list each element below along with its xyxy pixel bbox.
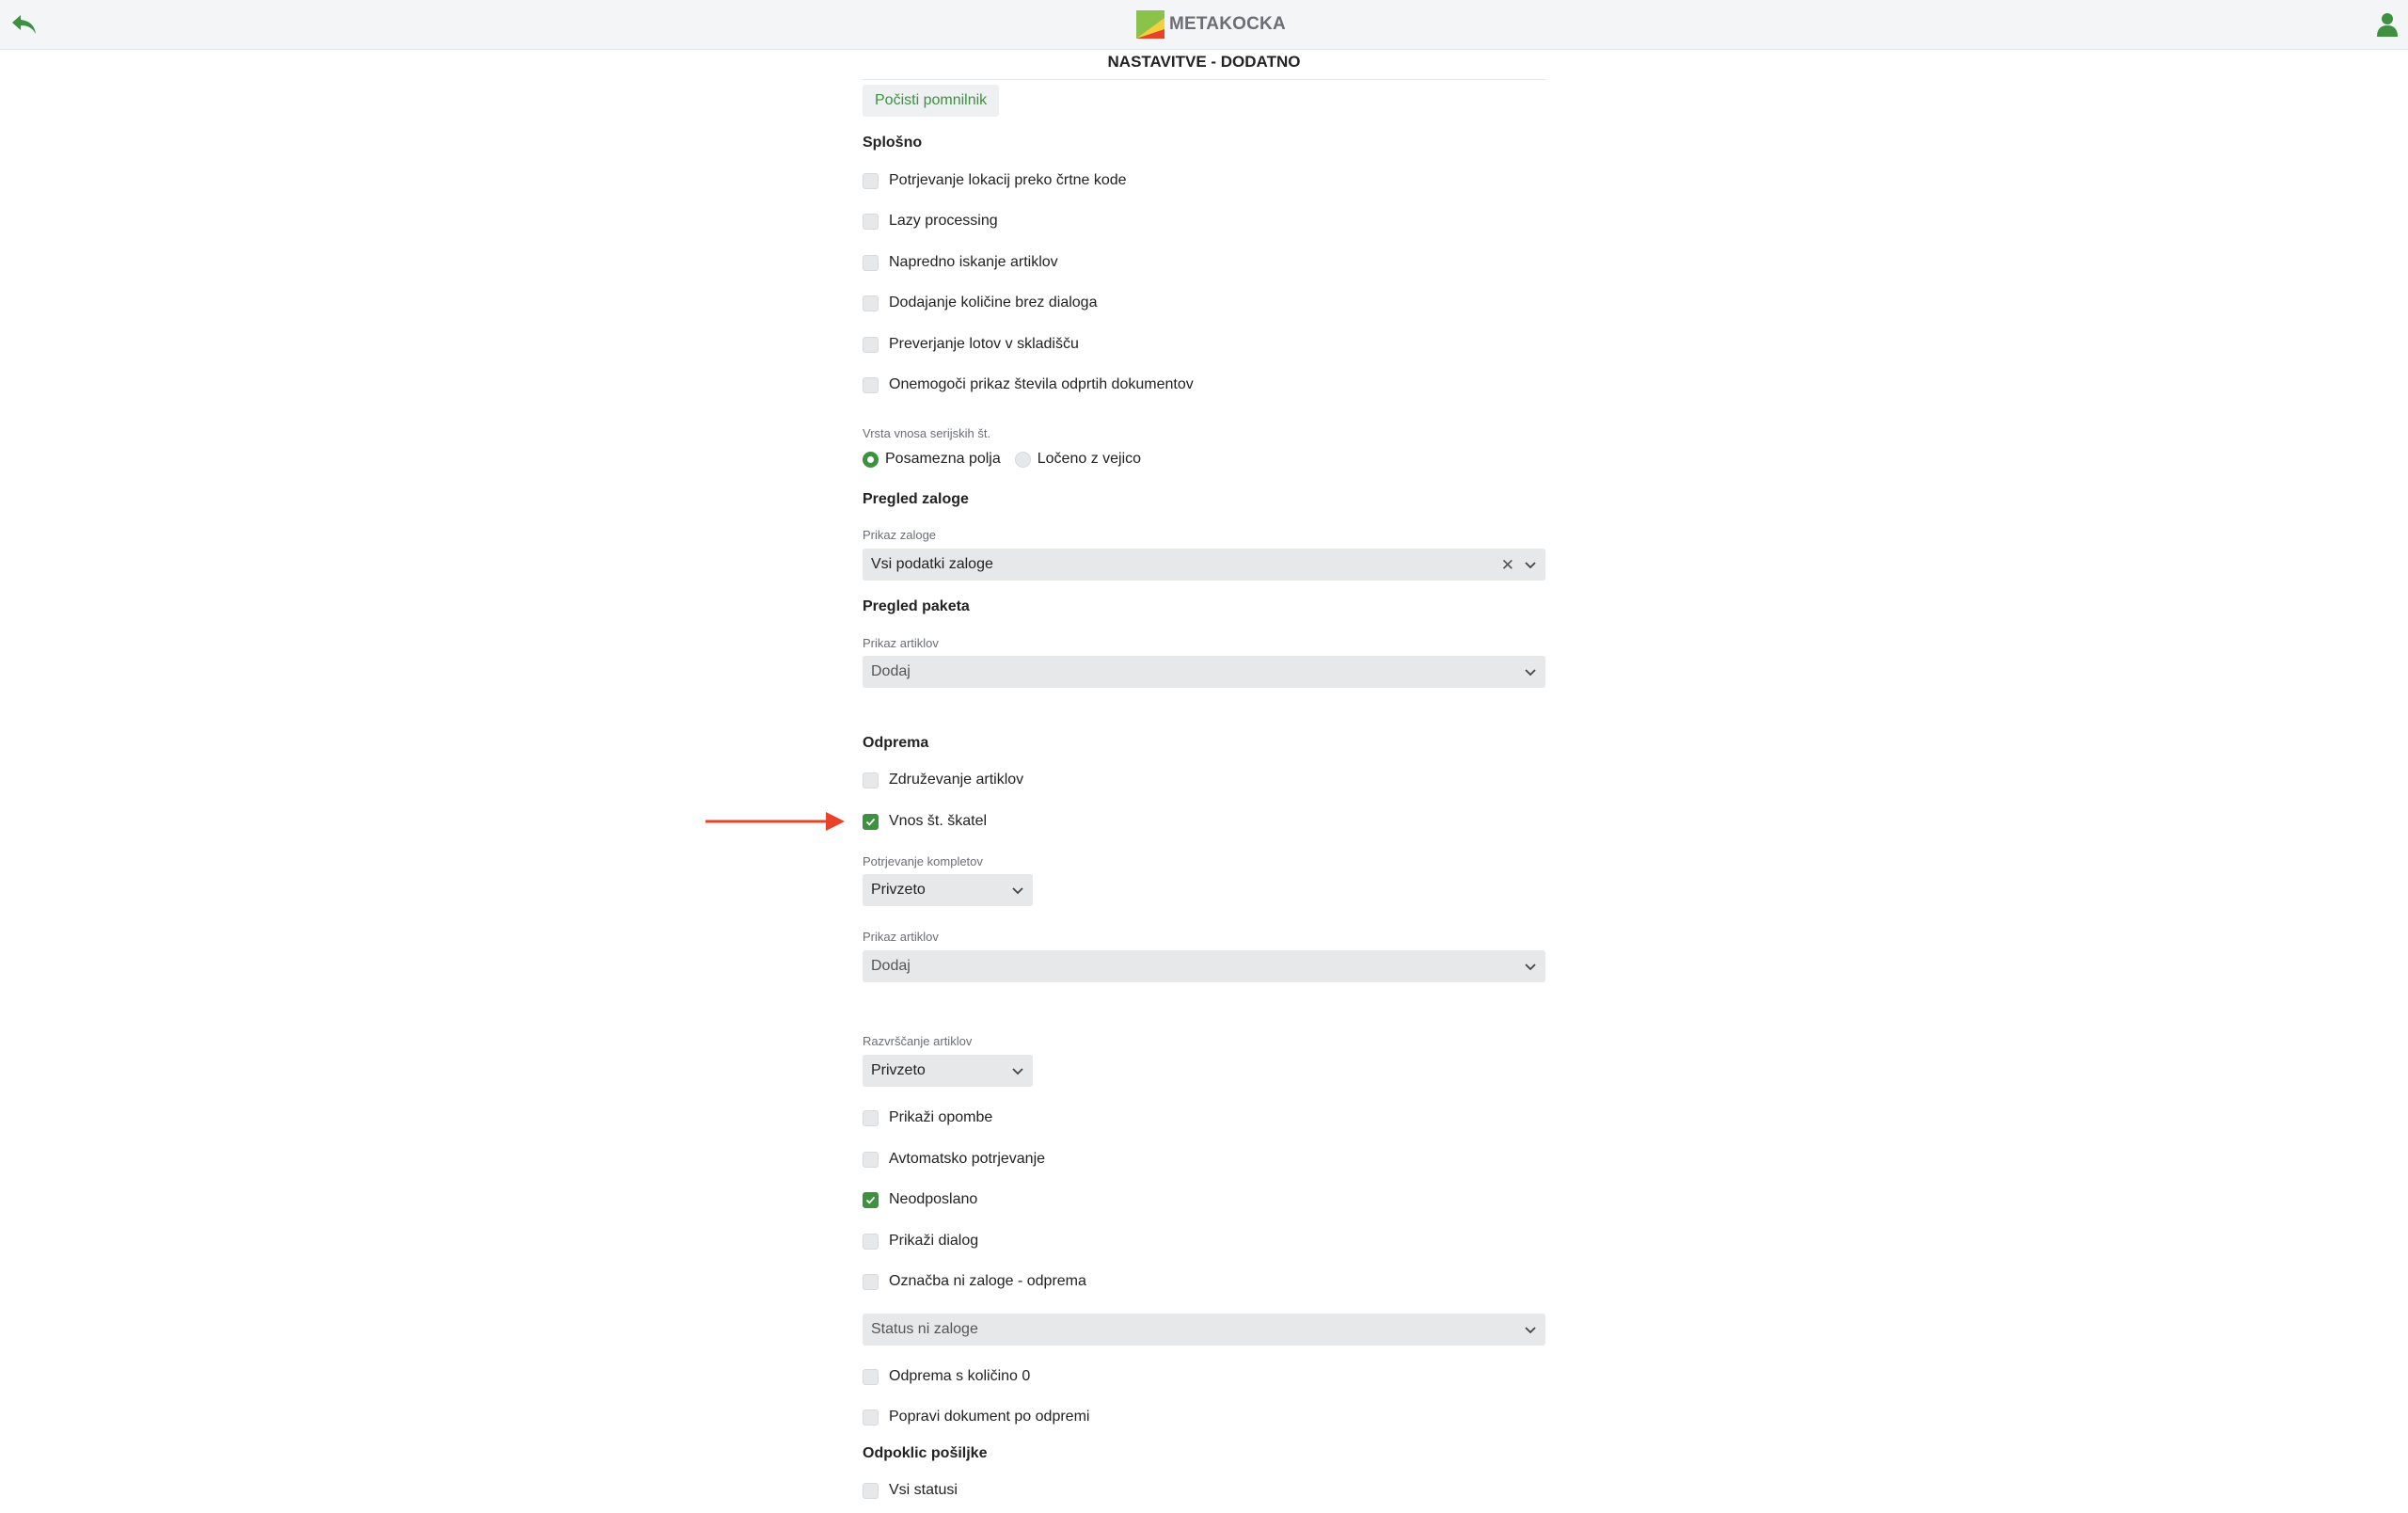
checkbox-label: Združevanje artiklov — [889, 772, 1024, 788]
checkbox-label: Vnos št. škatel — [889, 813, 988, 829]
checkbox[interactable] — [863, 295, 879, 311]
checkbox-label: Prikaži dialog — [889, 1233, 979, 1249]
checkbox[interactable] — [863, 1368, 879, 1385]
no-stock-status-select[interactable]: Status ni zaloge — [863, 1314, 1545, 1346]
checkbox[interactable] — [863, 1482, 879, 1499]
article-sort-label: Razvrščanje artiklov — [863, 1034, 973, 1048]
option-box-count-entry[interactable]: Vnos št. škatel — [863, 811, 987, 832]
back-arrow-icon[interactable] — [9, 11, 40, 38]
checkbox[interactable] — [863, 254, 879, 271]
option-show-notes[interactable]: Prikaži opombe — [863, 1107, 992, 1128]
checkbox-label: Vsi statusi — [889, 1482, 958, 1498]
checkbox-label: Dodajanje količine brez dialoga — [889, 295, 1098, 311]
select-value: Status ni zaloge — [871, 1321, 978, 1337]
checkbox-label: Napredno iskanje artiklov — [889, 254, 1058, 270]
checkbox-label: Avtomatsko potrjevanje — [889, 1151, 1046, 1167]
top-bar: METAKOCKA — [0, 0, 2408, 50]
select-value: Vsi podatki zaloge — [871, 556, 993, 572]
chevron-down-icon — [1525, 562, 1536, 569]
option-fix-document-after-shipping[interactable]: Popravi dokument po odpremi — [863, 1407, 1089, 1427]
sets-confirm-select[interactable]: Privzeto — [863, 874, 1033, 906]
select-value: Privzeto — [871, 882, 926, 898]
checkbox[interactable] — [863, 1409, 879, 1425]
page-title: NASTAVITVE - DODATNO — [1107, 53, 1301, 71]
brand: METAKOCKA — [1136, 10, 1286, 39]
checkmark-icon — [865, 818, 876, 826]
section-general-heading: Splošno — [863, 135, 923, 151]
select-value: Privzeto — [871, 1062, 926, 1078]
brand-name: METAKOCKA — [1169, 14, 1286, 34]
option-advanced-article-search[interactable]: Napredno iskanje artiklov — [863, 252, 1058, 273]
option-check-lots-warehouse[interactable]: Preverjanje lotov v skladišču — [863, 334, 1079, 355]
stock-display-select[interactable]: Vsi podatki zaloge ✕ — [863, 549, 1545, 581]
annotation-arrow-icon — [705, 812, 845, 831]
radio-button[interactable] — [1014, 451, 1031, 468]
package-articles-select[interactable]: Dodaj — [863, 656, 1545, 688]
checkbox[interactable] — [863, 376, 879, 393]
radio-label: Ločeno z vejico — [1037, 451, 1142, 467]
select-value: Dodaj — [871, 663, 911, 679]
option-auto-confirm[interactable]: Avtomatsko potrjevanje — [863, 1149, 1045, 1170]
chevron-down-icon — [1012, 887, 1023, 895]
checkbox-label: Označba ni zaloge - odprema — [889, 1273, 1086, 1289]
checkbox-label: Popravi dokument po odpremi — [889, 1409, 1090, 1425]
section-shipping-heading: Odprema — [863, 735, 929, 751]
sets-confirm-label: Potrjevanje kompletov — [863, 854, 983, 868]
checkmark-icon — [865, 1196, 876, 1204]
checkbox[interactable] — [863, 336, 879, 353]
checkbox-checked[interactable] — [863, 1191, 879, 1208]
option-merge-articles[interactable]: Združevanje artiklov — [863, 770, 1023, 790]
serial-input-type-radio-group: Posamezna polja Ločeno z vejico — [863, 449, 1155, 470]
select-value: Dodaj — [871, 958, 911, 974]
checkbox[interactable] — [863, 1109, 879, 1126]
section-package-view-heading: Pregled paketa — [863, 598, 970, 614]
chevron-down-icon — [1525, 669, 1536, 677]
checkbox-label: Onemogoči prikaz števila odprtih dokumen… — [889, 376, 1194, 392]
option-all-statuses[interactable]: Vsi statusi — [863, 1480, 958, 1501]
checkbox-label: Prikaži opombe — [889, 1109, 993, 1125]
option-disable-open-docs-count[interactable]: Onemogoči prikaz števila odprtih dokumen… — [863, 374, 1194, 395]
radio-label: Posamezna polja — [885, 451, 1001, 467]
checkbox-label: Potrjevanje lokacij preko črtne kode — [889, 172, 1127, 188]
stock-display-label: Prikaz zaloge — [863, 528, 937, 542]
article-sort-select[interactable]: Privzeto — [863, 1055, 1033, 1087]
option-no-stock-mark-shipping[interactable]: Označba ni zaloge - odprema — [863, 1271, 1086, 1292]
shipping-articles-label: Prikaz artiklov — [863, 930, 939, 944]
option-ship-zero-quantity[interactable]: Odprema s količino 0 — [863, 1366, 1030, 1387]
chevron-down-icon — [1525, 1327, 1536, 1334]
option-lazy-processing[interactable]: Lazy processing — [863, 211, 998, 231]
checkbox[interactable] — [863, 772, 879, 788]
shipping-articles-select[interactable]: Dodaj — [863, 950, 1545, 982]
checkbox[interactable] — [863, 172, 879, 189]
checkbox-label: Preverjanje lotov v skladišču — [889, 336, 1079, 352]
option-confirm-location-barcode[interactable]: Potrjevanje lokacij preko črtne kode — [863, 170, 1127, 191]
radio-button[interactable] — [863, 451, 879, 468]
clear-memory-button[interactable]: Počisti pomnilnik — [863, 85, 1000, 117]
option-show-dialog[interactable]: Prikaži dialog — [863, 1231, 978, 1251]
option-add-quantity-no-dialog[interactable]: Dodajanje količine brez dialoga — [863, 293, 1097, 313]
chevron-down-icon — [1012, 1068, 1023, 1075]
checkbox-label: Lazy processing — [889, 213, 998, 229]
clear-icon[interactable]: ✕ — [1501, 557, 1514, 573]
package-articles-label: Prikaz artiklov — [863, 636, 939, 650]
metakocka-logo-icon — [1136, 10, 1164, 39]
checkbox-label: Neodposlano — [889, 1191, 978, 1207]
radio-comma-separated[interactable]: Ločeno z vejico — [1014, 451, 1142, 468]
checkbox-label: Odprema s količino 0 — [889, 1368, 1031, 1384]
checkbox[interactable] — [863, 1233, 879, 1250]
user-icon[interactable] — [2376, 11, 2399, 38]
section-stock-view-heading: Pregled zaloge — [863, 491, 969, 507]
section-shipment-recall-heading: Odpoklic pošiljke — [863, 1445, 988, 1461]
serial-input-type-label: Vrsta vnosa serijskih št. — [863, 426, 991, 440]
checkbox[interactable] — [863, 1273, 879, 1290]
checkbox[interactable] — [863, 213, 879, 230]
chevron-down-icon — [1525, 964, 1536, 971]
radio-separate-fields[interactable]: Posamezna polja — [863, 451, 1001, 468]
option-not-shipped[interactable]: Neodposlano — [863, 1189, 977, 1210]
title-divider — [863, 79, 1545, 80]
checkbox[interactable] — [863, 1151, 879, 1168]
checkbox-checked[interactable] — [863, 813, 879, 830]
